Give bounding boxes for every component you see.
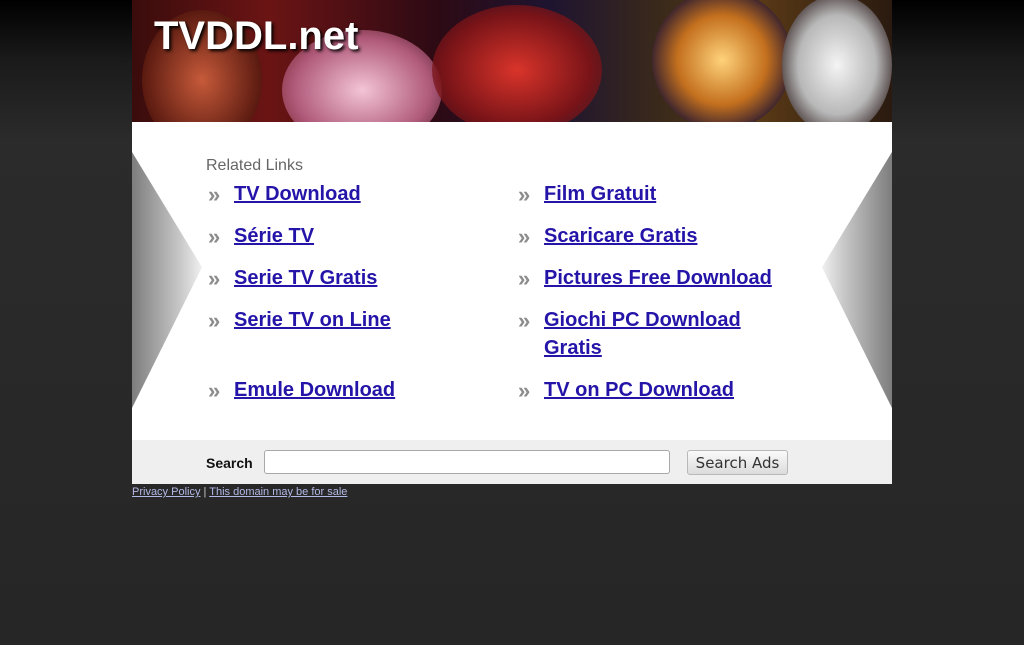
search-bar: Search Search Ads (132, 440, 892, 484)
list-item: » Serie TV on Line (206, 306, 476, 334)
footer-separator: | (203, 486, 207, 498)
chevron-double-right-icon: » (208, 182, 220, 207)
banner-photo-ferris-wheel (652, 0, 792, 122)
related-link-tv-on-pc-download[interactable]: TV on PC Download (544, 379, 734, 401)
list-item: » Serie TV Gratis (206, 264, 476, 292)
related-link-serie-tv[interactable]: Série TV (234, 225, 314, 247)
domain-for-sale-link[interactable]: This domain may be for sale (209, 486, 347, 498)
search-input[interactable] (264, 450, 670, 474)
footer-links: Privacy Policy | This domain may be for … (132, 486, 347, 498)
right-decorative-wedge (822, 152, 892, 408)
chevron-double-right-icon: » (518, 266, 530, 291)
list-item: » Scaricare Gratis (516, 222, 786, 250)
related-link-serie-tv-on-line[interactable]: Serie TV on Line (234, 309, 391, 331)
banner-photo-clown (782, 0, 892, 122)
list-item: » TV Download (206, 180, 476, 208)
privacy-policy-link[interactable]: Privacy Policy (132, 486, 200, 498)
chevron-double-right-icon: » (518, 182, 530, 207)
related-link-emule-download[interactable]: Emule Download (234, 379, 395, 401)
related-links-left-column: » TV Download » Série TV » Serie TV Grat… (206, 180, 476, 418)
list-item: » Série TV (206, 222, 476, 250)
related-links-panel: Related Links » TV Download » Série TV »… (132, 122, 892, 440)
related-link-film-gratuit[interactable]: Film Gratuit (544, 183, 656, 205)
related-links-heading: Related Links (206, 157, 303, 174)
banner-photo-performer (432, 5, 602, 122)
chevron-double-right-icon: » (208, 308, 220, 333)
list-item: » Film Gratuit (516, 180, 786, 208)
chevron-double-right-icon: » (518, 308, 530, 333)
chevron-double-right-icon: » (208, 378, 220, 403)
related-link-pictures-free-download[interactable]: Pictures Free Download (544, 267, 772, 289)
list-item: » TV on PC Download (516, 376, 786, 404)
related-link-serie-tv-gratis[interactable]: Serie TV Gratis (234, 267, 377, 289)
related-links-right-column: » Film Gratuit » Scaricare Gratis » Pict… (516, 180, 786, 418)
site-title: TVDDL.net (154, 14, 359, 58)
list-item: » Pictures Free Download (516, 264, 786, 292)
chevron-double-right-icon: » (518, 378, 530, 403)
list-item: » Giochi PC Download Gratis (516, 306, 784, 362)
related-link-giochi-pc-download-gratis[interactable]: Giochi PC Download Gratis (544, 309, 741, 359)
chevron-double-right-icon: » (518, 224, 530, 249)
related-link-scaricare-gratis[interactable]: Scaricare Gratis (544, 225, 697, 247)
related-link-tv-download[interactable]: TV Download (234, 183, 361, 205)
search-ads-button[interactable]: Search Ads (687, 450, 788, 475)
page-wrapper: TVDDL.net Related Links » TV Download » … (132, 0, 892, 484)
header-banner: TVDDL.net (132, 0, 892, 122)
list-item: » Emule Download (206, 376, 476, 404)
search-label: Search (206, 455, 253, 471)
chevron-double-right-icon: » (208, 224, 220, 249)
left-decorative-wedge (132, 152, 202, 408)
chevron-double-right-icon: » (208, 266, 220, 291)
